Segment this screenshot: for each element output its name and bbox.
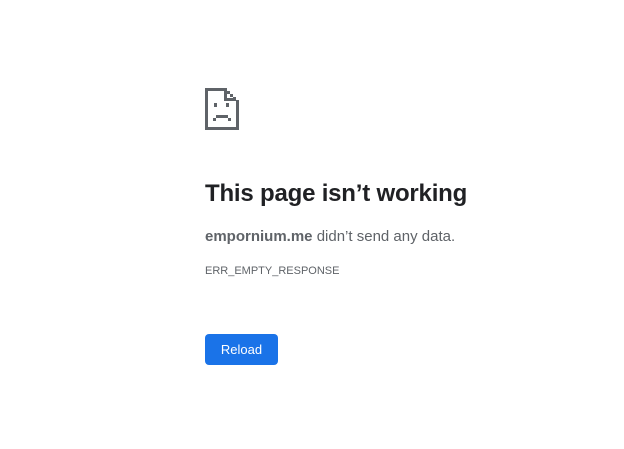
page-title: This page isn’t working bbox=[205, 180, 468, 207]
error-summary: empornium.me didn’t send any data. bbox=[205, 227, 455, 247]
reload-button[interactable]: Reload bbox=[205, 334, 278, 365]
sad-page-icon bbox=[205, 88, 239, 130]
error-host: empornium.me bbox=[205, 228, 313, 245]
error-code: ERR_EMPTY_RESPONSE bbox=[205, 265, 340, 277]
error-message: didn’t send any data. bbox=[312, 228, 456, 245]
